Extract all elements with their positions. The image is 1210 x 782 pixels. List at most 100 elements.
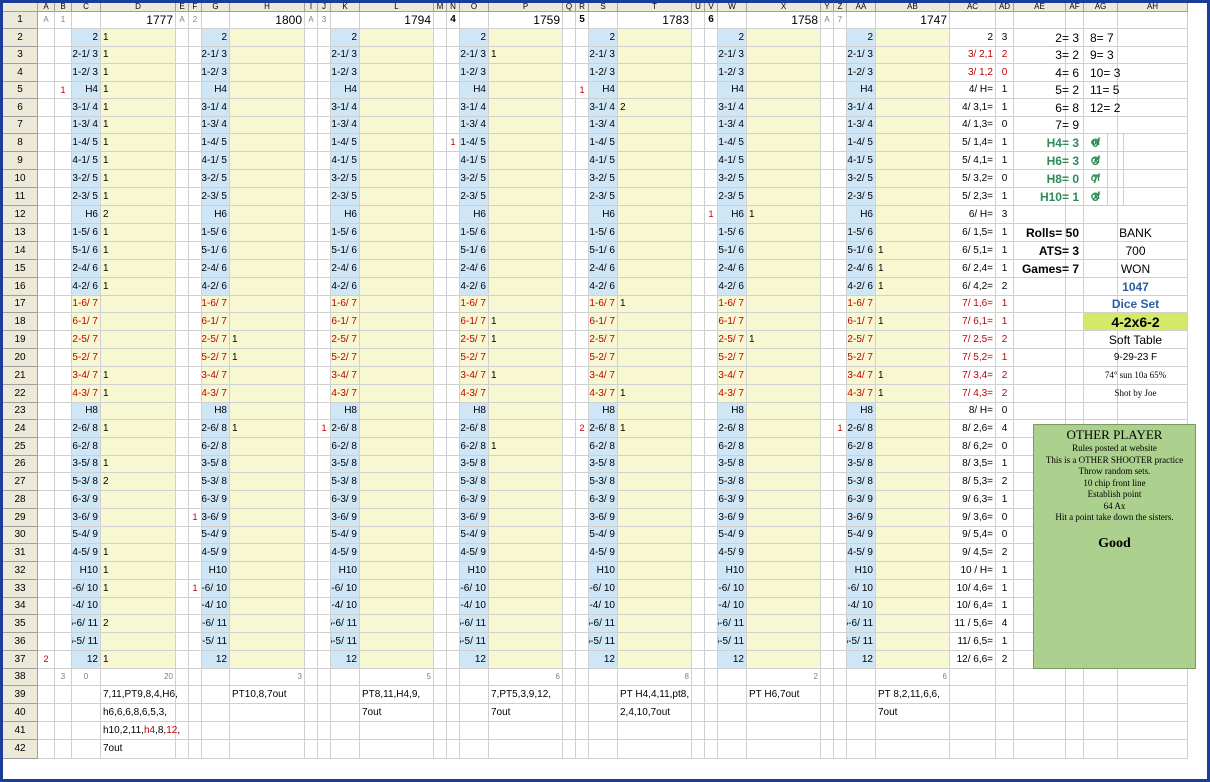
start-marker[interactable]: 1 xyxy=(705,206,718,224)
grid-cell[interactable] xyxy=(176,403,189,420)
grid-cell[interactable] xyxy=(305,669,318,686)
roll-count[interactable] xyxy=(747,278,821,296)
roll-count[interactable]: 1 xyxy=(876,242,950,260)
grid-cell[interactable] xyxy=(305,438,318,456)
grid-cell[interactable] xyxy=(563,349,576,367)
grid-cell[interactable] xyxy=(692,704,705,722)
grid-cell[interactable] xyxy=(821,206,834,224)
total-count[interactable]: 1 xyxy=(996,633,1014,651)
grid-cell[interactable] xyxy=(434,29,447,47)
grid-cell[interactable] xyxy=(434,278,447,296)
grid-cell[interactable] xyxy=(434,651,447,669)
grid-cell[interactable] xyxy=(821,313,834,331)
grid-cell[interactable] xyxy=(434,438,447,456)
grid-cell[interactable] xyxy=(55,509,72,527)
roll-label[interactable]: 5-4/ 9 xyxy=(331,527,360,544)
grid-cell[interactable] xyxy=(305,99,318,117)
total-label[interactable]: 7/ 1,6= xyxy=(950,296,996,313)
column-header[interactable]: C xyxy=(72,3,101,12)
roll-count[interactable] xyxy=(360,598,434,615)
grid-cell[interactable] xyxy=(705,278,718,296)
total-count[interactable]: 4 xyxy=(996,420,1014,438)
roll-label[interactable]: 5-1/ 6 xyxy=(847,242,876,260)
roll-label[interactable]: 5-4/ 9 xyxy=(718,527,747,544)
roll-count[interactable]: 1 xyxy=(101,170,176,188)
grid-cell[interactable] xyxy=(834,296,847,313)
column-header[interactable]: O xyxy=(460,3,489,12)
roll-label[interactable]: 3-5/ 8 xyxy=(718,456,747,473)
number-count-right[interactable]: 8= 7 xyxy=(1084,29,1188,47)
roll-count[interactable] xyxy=(230,651,305,669)
grid-cell[interactable] xyxy=(821,170,834,188)
grid-cell[interactable] xyxy=(189,651,202,669)
grid-cell[interactable] xyxy=(72,686,101,704)
roll-count[interactable] xyxy=(747,615,821,633)
grid-cell[interactable] xyxy=(576,740,589,759)
number-count-left[interactable]: 2= 3 xyxy=(1014,29,1084,47)
roll-count[interactable] xyxy=(360,29,434,47)
roll-label[interactable]: 5-3/ 8 xyxy=(460,473,489,491)
grid-cell[interactable] xyxy=(55,152,72,170)
summary-high[interactable]: 20 xyxy=(101,669,176,686)
grid-cell[interactable] xyxy=(834,99,847,117)
grid-cell[interactable] xyxy=(38,82,55,99)
grid-cell[interactable] xyxy=(176,491,189,509)
roll-label[interactable]: 4-5/ 9 xyxy=(202,544,230,562)
total-label[interactable]: 10/ 4,6= xyxy=(950,580,996,598)
roll-label[interactable]: 3-2/ 5 xyxy=(718,170,747,188)
grid-cell[interactable] xyxy=(1118,686,1188,704)
grid-cell[interactable] xyxy=(834,456,847,473)
roll-label[interactable]: 2 xyxy=(589,29,618,47)
roll-label[interactable]: 2-4/ 6 xyxy=(202,260,230,278)
grid-cell[interactable] xyxy=(305,544,318,562)
grid-cell[interactable] xyxy=(563,491,576,509)
roll-count[interactable] xyxy=(360,633,434,651)
roll-count[interactable] xyxy=(230,99,305,117)
roll-label[interactable]: 6-4/ 10 xyxy=(589,598,618,615)
grid-cell[interactable] xyxy=(834,188,847,206)
roll-count[interactable] xyxy=(876,188,950,206)
grid-cell[interactable] xyxy=(447,686,460,704)
grid-cell[interactable] xyxy=(447,367,460,385)
grid-cell[interactable] xyxy=(189,152,202,170)
roll-label[interactable]: 6-5/ 11 xyxy=(202,633,230,651)
total-label[interactable]: 9/ 3,6= xyxy=(950,509,996,527)
summary-high[interactable]: 6 xyxy=(876,669,950,686)
grid-cell[interactable] xyxy=(189,633,202,651)
roll-count[interactable]: 1 xyxy=(618,385,692,403)
grid-cell[interactable] xyxy=(1118,117,1188,134)
grid-cell[interactable] xyxy=(1084,686,1118,704)
grid-cell[interactable] xyxy=(447,438,460,456)
grid-cell[interactable] xyxy=(460,740,489,759)
roll-label[interactable]: 3-2/ 5 xyxy=(847,170,876,188)
grid-cell[interactable] xyxy=(1084,117,1118,134)
grid-cell[interactable] xyxy=(1084,206,1118,224)
roll-label[interactable]: 3-4/ 7 xyxy=(718,367,747,385)
grid-cell[interactable] xyxy=(38,686,55,704)
roll-count[interactable] xyxy=(618,117,692,134)
grid-cell[interactable] xyxy=(434,456,447,473)
grid-cell[interactable] xyxy=(834,206,847,224)
row-header[interactable]: 31 xyxy=(3,544,38,562)
grid-cell[interactable] xyxy=(692,296,705,313)
roll-count[interactable] xyxy=(360,544,434,562)
grid-cell[interactable] xyxy=(38,544,55,562)
grid-cell[interactable] xyxy=(434,491,447,509)
roll-notes[interactable]: PT H4,4,11,pt8, xyxy=(618,686,692,704)
roll-label[interactable]: 3-6/ 9 xyxy=(202,509,230,527)
roll-label[interactable]: 2-6/ 8 xyxy=(72,420,101,438)
grid-cell[interactable] xyxy=(434,686,447,704)
grid-cell[interactable] xyxy=(55,117,72,134)
grid-cell[interactable] xyxy=(318,722,331,740)
grid-cell[interactable] xyxy=(176,740,189,759)
roll-label[interactable]: 3-1/ 4 xyxy=(72,99,101,117)
total-label[interactable]: 4/ 1,3= xyxy=(950,117,996,134)
roll-label[interactable]: 4-6/ 10 xyxy=(847,580,876,598)
grid-cell[interactable] xyxy=(305,278,318,296)
grid-cell[interactable] xyxy=(318,438,331,456)
grid-cell[interactable] xyxy=(318,349,331,367)
total-count[interactable]: 1 xyxy=(996,562,1014,580)
roll-label[interactable]: 3-4/ 7 xyxy=(72,367,101,385)
grid-cell[interactable] xyxy=(576,598,589,615)
roll-label[interactable]: 3-4/ 7 xyxy=(202,367,230,385)
